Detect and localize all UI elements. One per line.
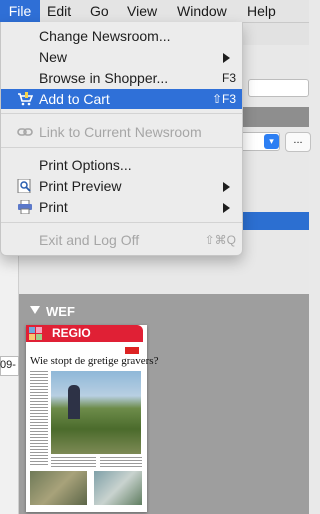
group-label: WEF [46, 304, 75, 319]
disclosure-triangle-icon[interactable] [30, 306, 40, 314]
printer-icon [18, 200, 32, 214]
thumbnail-photo-person [68, 385, 80, 419]
text-column [100, 457, 142, 468]
print-preview-icon [17, 179, 31, 193]
menu-item-exit-and-log-off: Exit and Log Off ⇧⌘Q [1, 230, 242, 250]
search-field[interactable] [248, 79, 309, 97]
menu-item-label: Print [39, 199, 68, 215]
menu-item-print-preview[interactable]: Print Preview [1, 176, 242, 196]
menu-separator [1, 147, 242, 148]
link-icon [17, 128, 33, 136]
menu-separator [1, 113, 242, 114]
text-column [51, 457, 96, 468]
thumbnail-photo [51, 371, 141, 454]
page-thumbnail[interactable]: REGIO AdFam.2 Wie stopt de gretige grave… [26, 325, 159, 512]
toolbar-strip [240, 23, 309, 45]
menu-item-label: New [39, 49, 68, 65]
selected-row[interactable] [240, 212, 309, 230]
file-menu: Change Newsroom... New Browse in Shopper… [0, 22, 243, 256]
header-strip [240, 107, 309, 127]
menu-item-label: Link to Current Newsroom [39, 124, 202, 140]
date-field-value: 09- [0, 359, 16, 371]
submenu-arrow-icon [223, 53, 230, 63]
menu-item-shortcut: F3 [221, 71, 236, 85]
menu-item-print-options[interactable]: Print Options... [1, 155, 242, 175]
tag-icon [29, 327, 42, 340]
menu-window[interactable]: Window [177, 0, 227, 22]
menu-file[interactable]: File [0, 0, 40, 22]
menu-item-label: Browse in Shopper... [39, 70, 169, 86]
menu-item-shortcut: ⇧F3 [211, 92, 236, 106]
menu-item-browse-in-shopper[interactable]: Browse in Shopper... F3 [1, 68, 242, 88]
menu-item-label: Print Options... [39, 157, 132, 173]
menu-edit[interactable]: Edit [47, 0, 71, 22]
menu-view[interactable]: View [127, 0, 157, 22]
submenu-arrow-icon [223, 203, 230, 213]
cart-icon [18, 92, 33, 106]
newspaper-logo [125, 347, 139, 354]
thumbnail-photo [30, 471, 87, 505]
menu-item-new[interactable]: New [1, 47, 242, 67]
thumbnail-headline: Wie stopt de gretige gravers? [30, 355, 159, 367]
menu-item-label: Change Newsroom... [39, 28, 171, 44]
thumbnail-photo [94, 471, 142, 505]
more-button[interactable]: ... [285, 132, 311, 152]
menu-help[interactable]: Help [247, 0, 276, 22]
menu-item-add-to-cart[interactable]: Add to Cart ⇧F3 [1, 89, 242, 109]
menu-item-link-to-current-newsroom: Link to Current Newsroom [1, 122, 242, 142]
menu-bar: File Edit Go View Window Help [0, 0, 309, 23]
menu-item-label: Print Preview [39, 178, 122, 194]
menu-separator [1, 222, 242, 223]
thumbnail-tag: REGIO AdFam.2 [26, 325, 143, 357]
menu-item-label: Exit and Log Off [39, 232, 140, 248]
menu-go[interactable]: Go [90, 0, 109, 22]
text-column [30, 371, 48, 467]
chevron-down-icon[interactable]: ▾ [264, 134, 279, 149]
submenu-arrow-icon [223, 182, 230, 192]
menu-item-change-newsroom[interactable]: Change Newsroom... [1, 26, 242, 46]
menu-item-print[interactable]: Print [1, 197, 242, 217]
menu-item-shortcut: ⇧⌘Q [204, 233, 236, 247]
menu-item-label: Add to Cart [39, 91, 110, 107]
